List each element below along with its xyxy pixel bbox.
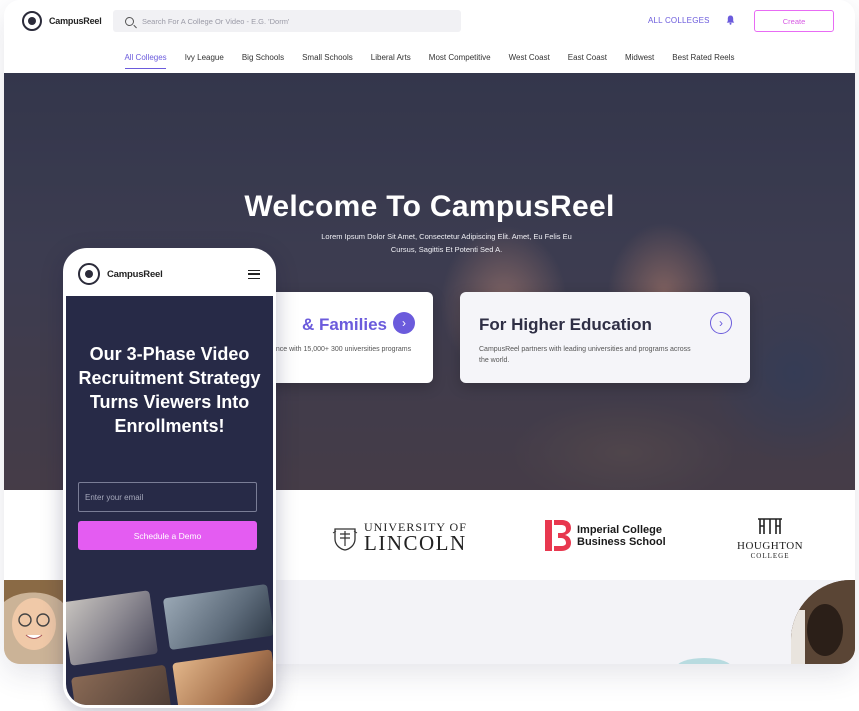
hero-title: Welcome To CampusReel <box>244 190 615 223</box>
houghton-line1: HOUGHTON <box>737 540 804 552</box>
bell-icon[interactable] <box>726 15 735 25</box>
page: CampusReel ALL COLLEGES Create All Colle… <box>0 0 859 711</box>
category-east-coast[interactable]: East Coast <box>559 44 616 72</box>
category-all-colleges[interactable]: All Colleges <box>115 44 175 72</box>
lincoln-line2: LINCOLN <box>364 531 467 555</box>
families-card-title: & Families <box>301 315 387 334</box>
category-liberal-arts[interactable]: Liberal Arts <box>362 44 420 72</box>
houghton-mark-icon <box>758 518 783 534</box>
video-thumbnail[interactable] <box>66 590 159 666</box>
category-best-rated-reels[interactable]: Best Rated Reels <box>663 44 743 72</box>
lincoln-logo: UNIVERSITY OF LINCOLN <box>332 521 467 554</box>
imperial-line1: Imperial College <box>577 523 662 536</box>
crest-icon <box>332 527 358 551</box>
video-thumbnail[interactable] <box>70 664 173 705</box>
phone-logo-text: CampusReel <box>107 268 163 280</box>
email-field[interactable] <box>78 482 257 512</box>
category-small-schools[interactable]: Small Schools <box>293 44 362 72</box>
category-big-schools[interactable]: Big Schools <box>233 44 293 72</box>
search-icon <box>125 16 134 26</box>
student-avatar-left <box>4 580 64 664</box>
higher-education-card[interactable]: For Higher Education › CampusReel partne… <box>460 292 750 383</box>
video-thumbnail[interactable] <box>162 583 273 651</box>
category-ivy-league[interactable]: Ivy League <box>176 44 233 72</box>
phone-header: CampusReel <box>66 251 273 296</box>
phone-logo[interactable]: CampusReel <box>78 263 163 285</box>
site-logo[interactable]: CampusReel <box>22 11 102 31</box>
hamburger-icon[interactable] <box>248 270 260 279</box>
phone-hero: Our 3-Phase Video Recruitment Strategy T… <box>66 296 273 705</box>
higher-education-card-title: For Higher Education <box>479 315 652 334</box>
schedule-demo-button[interactable]: Schedule a Demo <box>78 521 257 550</box>
houghton-logo: HOUGHTON COLLEGE <box>737 518 803 560</box>
imperial-line2: Business School <box>577 535 666 548</box>
search-bar[interactable] <box>113 10 461 32</box>
logo-icon <box>22 11 42 31</box>
category-most-competitive[interactable]: Most Competitive <box>420 44 500 72</box>
create-button[interactable]: Create <box>754 10 834 32</box>
category-midwest[interactable]: Midwest <box>616 44 663 72</box>
imperial-mark-icon <box>545 520 571 551</box>
imperial-logo: Imperial College Business School <box>545 520 666 551</box>
houghton-line2: COLLEGE <box>750 552 790 560</box>
video-thumbnail[interactable] <box>172 649 273 705</box>
higher-education-card-text: CampusReel partners with leading univers… <box>479 346 691 364</box>
families-card-text: ence with 15,000+ 300 universities progr… <box>272 346 412 353</box>
top-nav: CampusReel ALL COLLEGES Create <box>4 0 855 42</box>
logo-text: CampusReel <box>49 16 102 26</box>
phone-mockup: CampusReel Our 3-Phase Video Recruitment… <box>63 248 276 708</box>
search-input[interactable] <box>142 16 442 26</box>
phone-headline: Our 3-Phase Video Recruitment Strategy T… <box>78 344 261 436</box>
category-bar: All Colleges Ivy League Big Schools Smal… <box>4 44 855 72</box>
category-west-coast[interactable]: West Coast <box>500 44 559 72</box>
hero-subtitle: Lorem Ipsum Dolor Sit Amet, Consectetur … <box>321 232 572 254</box>
logo-icon <box>78 263 100 285</box>
all-colleges-link[interactable]: ALL COLLEGES <box>648 16 710 25</box>
chevron-right-icon[interactable]: › <box>710 312 732 334</box>
chevron-right-icon[interactable]: › <box>393 312 415 334</box>
